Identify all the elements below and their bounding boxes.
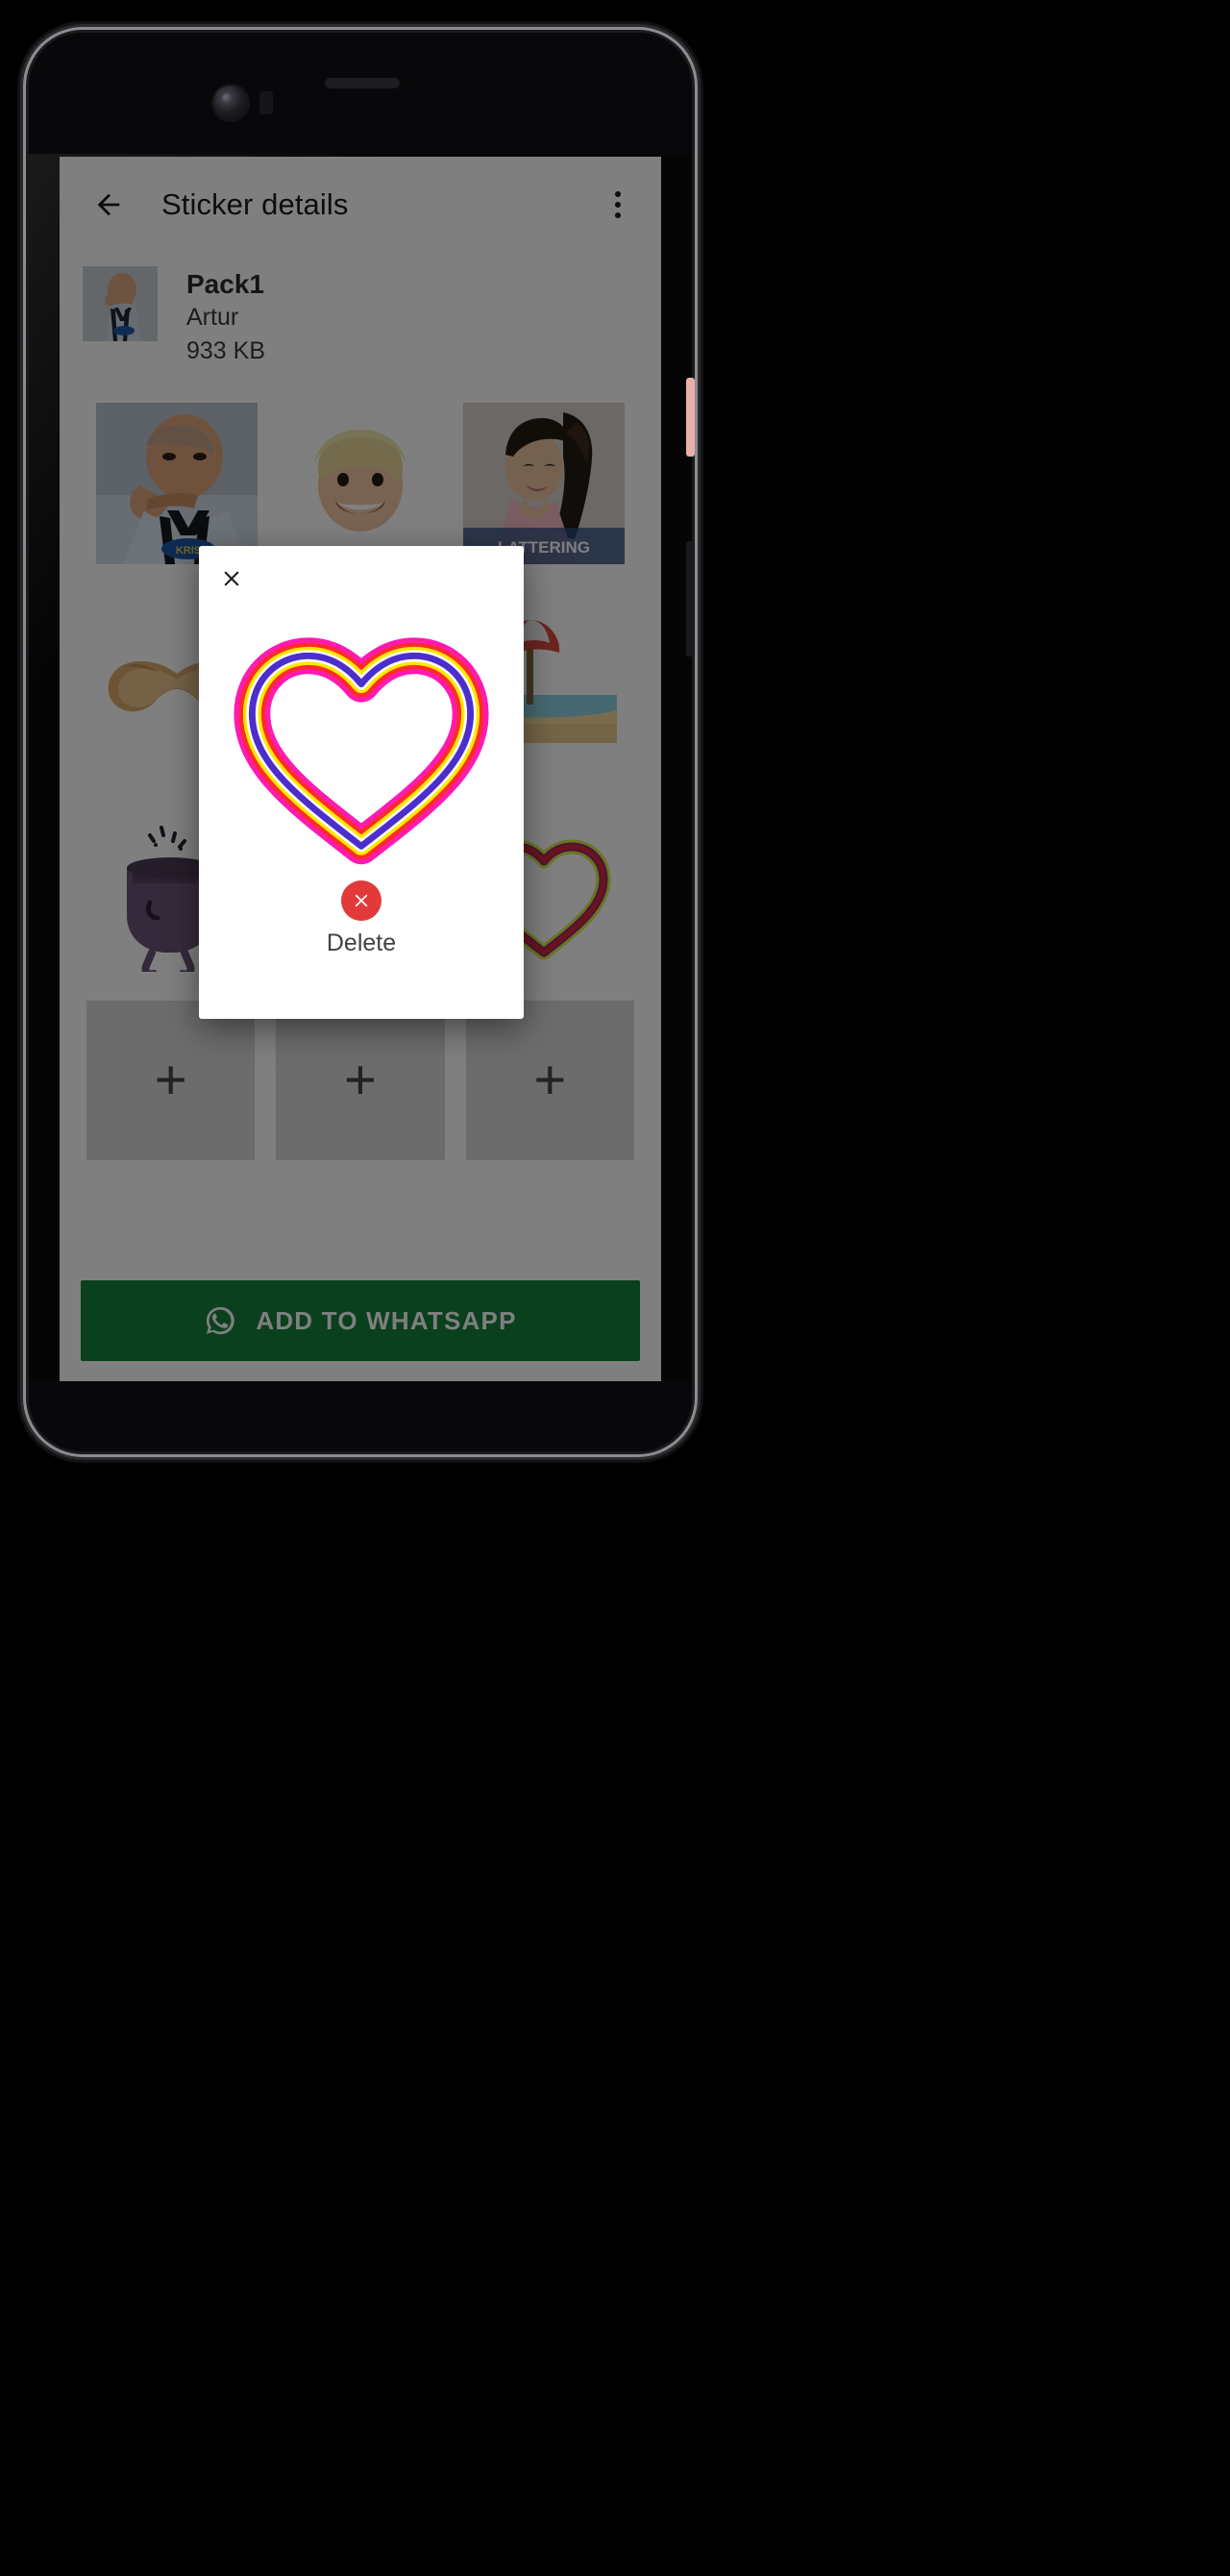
dialog-sticker-preview [216, 600, 506, 871]
volume-button[interactable] [686, 541, 695, 656]
delete-circle-icon [341, 880, 381, 921]
close-button[interactable] [210, 557, 253, 600]
delete-label: Delete [326, 929, 397, 956]
front-camera-icon [213, 86, 248, 120]
x-icon [355, 894, 368, 907]
delete-button[interactable]: Delete [199, 880, 524, 957]
power-button[interactable] [686, 378, 695, 457]
app-screen: Sticker details [60, 157, 661, 1382]
phone-top-bezel [29, 33, 692, 154]
sticker-preview-dialog: Delete [199, 546, 524, 1019]
close-icon [224, 571, 239, 586]
proximity-sensor-icon [259, 91, 273, 114]
rainbow-outline-heart-sticker [234, 637, 489, 865]
earpiece-speaker-icon [325, 78, 400, 88]
phone-frame: Sticker details [29, 33, 692, 1451]
phone-bottom-bezel [29, 1381, 692, 1451]
